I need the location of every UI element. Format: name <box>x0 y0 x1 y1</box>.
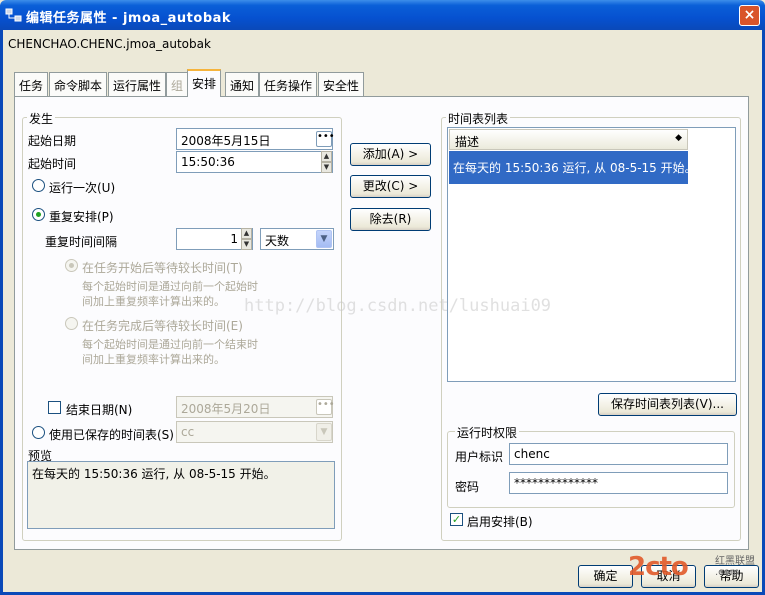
wait-after-finish-radio[interactable] <box>65 317 78 330</box>
password-label: 密码 <box>455 480 480 494</box>
wait-after-finish-desc-2: 间加上重复频率计算出来的。 <box>82 353 225 366</box>
change-button[interactable]: 更改(C) > <box>350 175 431 198</box>
password-field[interactable]: ************** <box>509 472 728 494</box>
chevron-down-icon[interactable]: ▼ <box>316 230 332 248</box>
wait-after-start-label[interactable]: 在任务开始后等待较长时间(T) <box>82 259 243 276</box>
end-date-checkbox[interactable] <box>48 401 61 414</box>
preview-box: 在每天的 15:50:36 运行, 从 08-5-15 开始。 <box>27 461 335 529</box>
start-time-field[interactable]: 15:50:36 <box>176 151 333 173</box>
run-once-label[interactable]: 运行一次(U) <box>49 179 115 196</box>
tab-security[interactable]: 安全性 <box>318 72 365 96</box>
window-title: 编辑任务属性 - jmoa_autobak <box>26 11 232 26</box>
repeat-unit-value: 天数 <box>265 234 290 248</box>
remove-button[interactable]: 除去(R) <box>350 208 431 231</box>
saved-schedule-select[interactable]: cc <box>176 421 333 443</box>
enable-schedule-checkbox[interactable]: ✓ <box>450 513 463 526</box>
repeat-interval-spinner[interactable]: ▲ ▼ <box>241 228 252 250</box>
run-once-radio[interactable] <box>32 179 45 192</box>
site-logo-subtitle-line-2: .com <box>715 567 740 578</box>
ok-button[interactable]: 确定 <box>578 565 633 588</box>
start-time-spinner[interactable]: ▲ ▼ <box>321 151 332 173</box>
wait-after-start-desc-1: 每个起始时间是通过向前一个起始时 <box>82 280 258 293</box>
repeat-label[interactable]: 重复安排(P) <box>49 208 114 225</box>
runtime-permissions-label: 运行时权限 <box>455 424 520 441</box>
schedule-list-label: 时间表列表 <box>446 110 511 127</box>
sort-icon: ◆ <box>675 133 682 143</box>
saved-schedule-label[interactable]: 使用已保存的时间表(S) <box>49 426 174 443</box>
enable-schedule-label[interactable]: 启用安排(B) <box>467 513 533 530</box>
wait-after-finish-label[interactable]: 在任务完成后等待较长时间(E) <box>82 317 243 334</box>
wait-after-start-desc-2: 间加上重复频率计算出来的。 <box>82 295 225 308</box>
calendar-picker-button[interactable]: ••• <box>316 131 335 147</box>
site-logo-subtitle-line-1: 红黑联盟 <box>715 556 755 567</box>
column-header-description: 描述 <box>455 135 480 149</box>
wait-after-start-radio[interactable] <box>65 259 78 272</box>
start-time-label: 起始时间 <box>28 157 77 171</box>
save-schedule-list-button[interactable]: 保存时间表列表(V)... <box>598 393 737 416</box>
app-icon <box>5 7 23 23</box>
tab-notify[interactable]: 通知 <box>225 72 260 96</box>
tab-task-operations[interactable]: 任务操作 <box>259 72 318 96</box>
tab-run-properties[interactable]: 运行属性 <box>108 72 167 96</box>
tab-group[interactable]: 组 <box>166 72 189 96</box>
start-date-label: 起始日期 <box>28 134 77 148</box>
user-id-field[interactable]: chenc <box>509 443 728 465</box>
object-name: CHENCHAO.CHENC.jmoa_autobak <box>8 37 211 51</box>
close-button[interactable]: × <box>739 5 760 26</box>
list-column-header[interactable]: 描述 ◆ <box>449 129 688 150</box>
tab-schedule[interactable]: 安排 <box>187 69 222 97</box>
site-logo-watermark: 2cto <box>628 552 689 582</box>
tab-task[interactable]: 任务 <box>14 72 49 96</box>
tab-command-script[interactable]: 命令脚本 <box>49 72 108 96</box>
url-watermark: http://blog.csdn.net/lushuai09 <box>244 296 552 316</box>
end-date-picker-button[interactable]: ••• <box>316 399 335 415</box>
add-button[interactable]: 添加(A) > <box>350 143 431 166</box>
user-id-label: 用户标识 <box>455 450 504 464</box>
wait-after-finish-desc-1: 每个起始时间是通过向前一个结束时 <box>82 338 258 351</box>
saved-schedule-chevron-icon[interactable]: ▼ <box>316 423 332 441</box>
site-logo-subtitle: 红黑联盟 .com <box>715 556 755 578</box>
end-date-field[interactable]: 2008年5月20日 <box>176 396 333 418</box>
repeat-radio[interactable] <box>32 208 45 221</box>
preview-text: 在每天的 15:50:36 运行, 从 08-5-15 开始。 <box>32 467 276 481</box>
list-item[interactable]: 在每天的 15:50:36 运行, 从 08-5-15 开始。 <box>449 151 697 184</box>
schedule-list[interactable]: 描述 ◆ 在每天的 15:50:36 运行, 从 08-5-15 开始。 <box>447 127 736 382</box>
title-bar: 编辑任务属性 - jmoa_autobak × <box>0 0 765 30</box>
occurrence-group-label: 发生 <box>27 110 56 127</box>
end-date-label[interactable]: 结束日期(N) <box>66 401 132 418</box>
start-date-field[interactable]: 2008年5月15日 <box>176 128 333 150</box>
saved-schedule-radio[interactable] <box>32 426 45 439</box>
repeat-interval-label: 重复时间间隔 <box>45 235 118 249</box>
